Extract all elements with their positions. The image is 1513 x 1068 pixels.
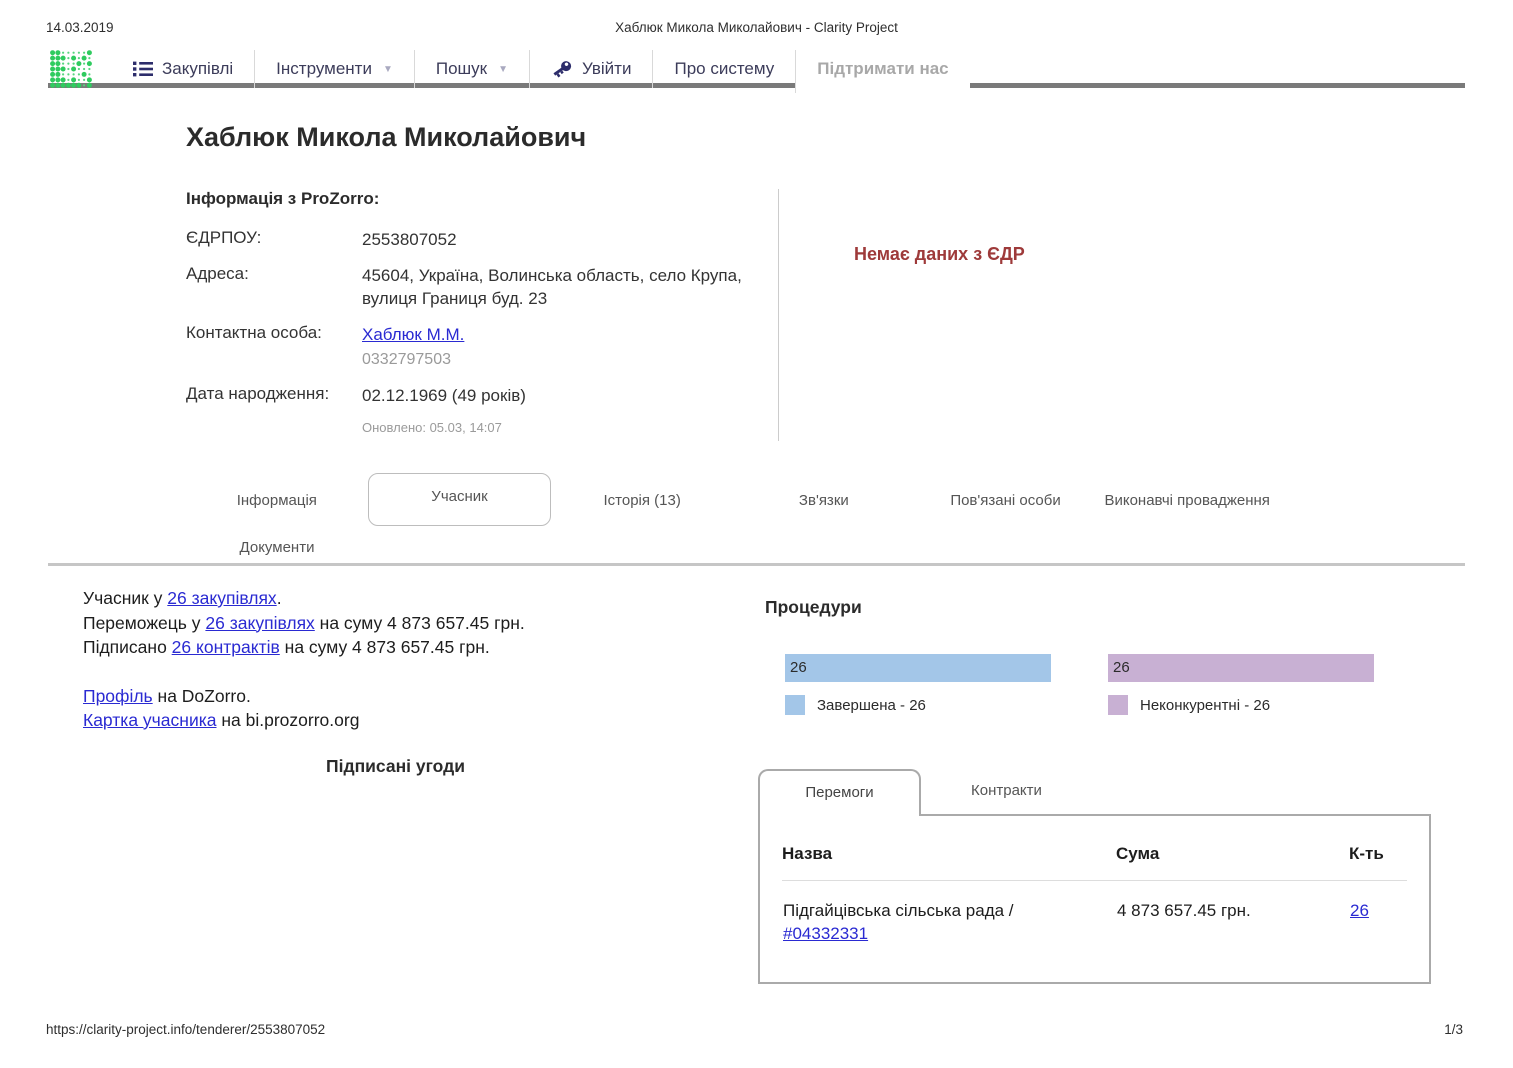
summary-line-participant: Учасник у 26 закупівлях. — [83, 586, 708, 611]
procedures-chart: 26 Завершена - 26 26 Неконкурентні - 26 — [785, 654, 1445, 715]
edrpou-value: 2553807052 — [362, 228, 748, 251]
purchases-count-link[interactable]: 26 закупівлях — [167, 588, 276, 608]
legend-label-noncompetitive: Неконкурентні - 26 — [1140, 697, 1270, 714]
legend-label-completed: Завершена - 26 — [817, 697, 926, 714]
info-row-contact: Контактна особа: Хаблюк М.М. 0332797503 — [186, 323, 748, 371]
wins-table: Назва Сума К-ть Підгайцівська сільська р… — [782, 838, 1407, 946]
summary-line-contracts: Підписано 26 контрактів на суму 4 873 65… — [83, 635, 708, 660]
nav-item-support[interactable]: Підтримати нас — [795, 50, 969, 93]
updated-timestamp: Оновлено: 05.03, 14:07 — [362, 420, 748, 435]
tab-documents[interactable]: Документи — [186, 529, 368, 566]
info-row-birthdate: Дата народження: 02.12.1969 (49 років) — [186, 384, 748, 407]
bar-completed: 26 — [785, 654, 1051, 682]
birthdate-label: Дата народження: — [186, 384, 362, 407]
signed-agreements-heading: Підписані угоди — [83, 754, 708, 779]
edr-no-data-notice: Немає даних з ЄДР — [854, 244, 1025, 265]
row-count-link[interactable]: 26 — [1350, 901, 1369, 920]
nav-label-purchases: Закупівлі — [162, 59, 233, 79]
tab-history[interactable]: Історія (13) — [551, 480, 733, 521]
print-header-title: Хаблюк Микола Миколайович - Clarity Proj… — [0, 20, 1513, 35]
nav-item-search[interactable]: Пошук ▼ — [414, 50, 529, 88]
summary-line-winner: Переможець у 26 закупівлях на суму 4 873… — [83, 611, 708, 636]
page-title: Хаблюк Микола Миколайович — [186, 122, 586, 153]
nav-item-login[interactable]: Увійти — [529, 50, 652, 88]
summary-line-bi-prozorro: Картка учасника на bi.prozorro.org — [83, 708, 708, 733]
bi-prozorro-card-link[interactable]: Картка учасника — [83, 710, 217, 730]
wins-count-link[interactable]: 26 закупівлях — [205, 613, 314, 633]
bar-noncompetitive: 26 — [1108, 654, 1374, 682]
table-row: Підгайцівська сільська рада / #04332331 … — [782, 881, 1407, 947]
dot-grid-logo-icon — [50, 50, 92, 88]
contact-phone: 0332797503 — [362, 348, 748, 371]
legend-swatch-blue — [785, 695, 805, 715]
buyer-edrpou-link[interactable]: #04332331 — [783, 924, 868, 943]
address-value: 45604, Україна, Волинська область, село … — [362, 264, 748, 310]
chevron-down-icon: ▼ — [383, 64, 393, 75]
tab-information[interactable]: Інформація — [186, 480, 368, 521]
nav-label-search: Пошук — [436, 59, 487, 79]
legend-completed: Завершена - 26 — [785, 695, 1051, 715]
top-navigation: Закупівлі Інструменти ▼ Пошук ▼ Увійти П… — [48, 50, 1465, 88]
nav-label-login: Увійти — [582, 59, 631, 79]
contact-person-link[interactable]: Хаблюк М.М. — [362, 325, 464, 344]
print-footer-url: https://clarity-project.info/tenderer/25… — [46, 1022, 325, 1037]
bar-group-noncompetitive: 26 Неконкурентні - 26 — [1108, 654, 1374, 715]
bar-group-completed: 26 Завершена - 26 — [785, 654, 1051, 715]
col-header-sum: Сума — [1116, 838, 1349, 881]
tab-enforcement[interactable]: Виконавчі провадження — [1096, 480, 1278, 521]
nav-item-about[interactable]: Про систему — [652, 50, 795, 88]
contracts-count-link[interactable]: 26 контрактів — [172, 637, 280, 657]
birthdate-value: 02.12.1969 (49 років) — [362, 384, 748, 407]
tab-related-persons[interactable]: Пов'язані особи — [915, 480, 1097, 521]
info-row-address: Адреса: 45604, Україна, Волинська област… — [186, 264, 748, 310]
tab-connections[interactable]: Зв'язки — [733, 480, 915, 521]
prozorro-info-block: ЄДРПОУ: 2553807052 Адреса: 45604, Україн… — [186, 228, 748, 435]
print-footer-page-number: 1/3 — [1444, 1022, 1463, 1037]
address-label: Адреса: — [186, 264, 362, 310]
legend-noncompetitive: Неконкурентні - 26 — [1108, 695, 1374, 715]
wins-table-box: Назва Сума К-ть Підгайцівська сільська р… — [758, 814, 1431, 984]
participant-summary: Учасник у 26 закупівлях. Переможець у 26… — [83, 586, 708, 778]
row-sum: 4 873 657.45 грн. — [1116, 881, 1349, 947]
col-header-name: Назва — [782, 838, 1116, 881]
edrpou-label: ЄДРПОУ: — [186, 228, 362, 251]
nav-label-about: Про систему — [674, 59, 774, 79]
tab-contracts[interactable]: Контракти — [971, 769, 1042, 814]
key-icon — [551, 59, 573, 79]
procedures-heading: Процедури — [765, 597, 862, 618]
section-divider — [48, 563, 1465, 566]
list-icon — [133, 61, 153, 77]
chevron-down-icon: ▼ — [498, 64, 508, 75]
nav-item-purchases[interactable]: Закупівлі — [112, 50, 254, 88]
col-header-count: К-ть — [1349, 838, 1407, 881]
tab-wins[interactable]: Перемоги — [758, 769, 921, 816]
clarity-logo[interactable] — [48, 50, 92, 88]
tab-participant[interactable]: Учасник — [368, 473, 552, 526]
info-row-edrpou: ЄДРПОУ: 2553807052 — [186, 228, 748, 251]
page-content: Хаблюк Микола Миколайович Інформація з P… — [48, 92, 1465, 972]
nav-label-tools: Інструменти — [276, 59, 372, 79]
nav-item-tools[interactable]: Інструменти ▼ — [254, 50, 414, 88]
legend-swatch-purple — [1108, 695, 1128, 715]
vertical-divider — [778, 189, 779, 441]
prozorro-info-heading: Інформація з ProZorro: — [186, 189, 379, 209]
dozorro-profile-link[interactable]: Профіль — [83, 686, 153, 706]
contact-label: Контактна особа: — [186, 323, 362, 371]
buyer-name: Підгайцівська сільська рада / — [783, 901, 1014, 920]
profile-tabs: Інформація Учасник Історія (13) Зв'язки … — [186, 475, 1278, 526]
nav-label-support: Підтримати нас — [817, 59, 948, 79]
summary-line-dozorro: Профіль на DoZorro. — [83, 684, 708, 709]
results-panel: Перемоги Контракти Назва Сума К-ть Підга… — [758, 769, 1431, 984]
